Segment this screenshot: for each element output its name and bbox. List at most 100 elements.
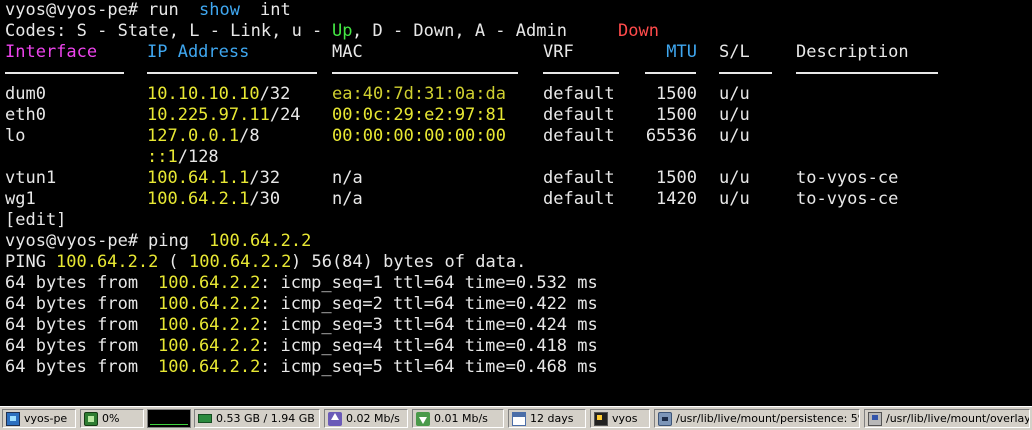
codes-middle: , D - Down, A - Admin	[352, 21, 578, 41]
reply-ip: 100.64.2.2	[158, 336, 261, 356]
row-status: u/u	[719, 168, 750, 188]
ping-header-suffix: ) 56(84) bytes of data.	[291, 252, 527, 272]
reply-ip: 100.64.2.2	[158, 294, 261, 314]
status-uptime[interactable]: 12 days	[508, 409, 586, 428]
table-row: vtun1 100.64.1.1/32 n/a default 1500 u/u…	[5, 168, 898, 189]
ping-header-paren: (	[158, 252, 179, 272]
row-mac: 00:00:00:00:00:00	[332, 126, 506, 146]
row-status: u/u	[719, 126, 750, 146]
hostname-label: vyos-pe	[24, 412, 68, 425]
row-interface: vtun1	[5, 168, 57, 188]
row-vrf: default	[543, 126, 615, 146]
reply-prefix: 64 bytes from	[5, 357, 149, 377]
separator-mtu	[645, 72, 696, 74]
ping-target-ip: 100.64.2.2	[209, 231, 312, 251]
separator-interface	[5, 72, 124, 74]
disk-icon	[658, 411, 672, 426]
ping-reply-line: 64 bytes from 100.64.2.2 : icmp_seq=3 tt…	[5, 315, 598, 336]
separator-sl	[719, 72, 772, 74]
separator-mac	[332, 72, 518, 74]
column-header-vrf: VRF	[543, 42, 574, 62]
cpu-graph	[147, 409, 191, 428]
status-disk-overlay[interactable]: /usr/lib/live/mount/overlay: 0%	[864, 409, 1030, 428]
table-row: dum0 10.10.10.10/32 ea:40:7d:31:0a:da de…	[5, 84, 750, 105]
status-hostname[interactable]: vyos-pe	[2, 409, 76, 428]
monitor-icon	[6, 411, 20, 426]
status-cpu[interactable]: 0%	[80, 409, 144, 428]
ping-header-ip: 100.64.2.2	[56, 252, 159, 272]
ping-header-prefix: PING	[5, 252, 57, 272]
ping-reply-line: 64 bytes from 100.64.2.2 : icmp_seq=2 tt…	[5, 294, 598, 315]
reply-prefix: 64 bytes from	[5, 294, 149, 314]
row-mtu: 1420	[656, 189, 697, 209]
status-memory[interactable]: 0.53 GB / 1.94 GB	[194, 409, 320, 428]
reply-ip: 100.64.2.2	[158, 315, 261, 335]
download-icon	[416, 411, 430, 426]
table-header-separator	[5, 63, 938, 84]
column-header-mtu: MTU	[666, 42, 697, 62]
column-header-description: Description	[796, 42, 909, 62]
row-ip-address: 10.10.10.10/32	[147, 84, 291, 104]
calendar-icon	[512, 411, 526, 426]
reply-details: : icmp_seq=3 ttl=64 time=0.424 ms	[260, 315, 598, 335]
reply-details: : icmp_seq=4 ttl=64 time=0.418 ms	[260, 336, 598, 356]
row-mtu: 1500	[656, 105, 697, 125]
uptime-label: 12 days	[530, 412, 574, 425]
row-mac: 00:0c:29:e2:97:81	[332, 105, 506, 125]
column-header-mac: MAC	[332, 42, 363, 62]
row-interface: dum0	[5, 84, 46, 104]
upload-label: 0.02 Mb/s	[346, 412, 400, 425]
memory-icon	[198, 414, 212, 423]
row-interface: eth0	[5, 105, 46, 125]
separator-description	[796, 72, 938, 74]
command-argument-int: int	[260, 0, 291, 20]
terminal-window[interactable]: vyos@vyos-pe# run show int Codes: S - St…	[0, 0, 1032, 406]
status-download[interactable]: 0.01 Mb/s	[412, 409, 504, 428]
row-mac: n/a	[332, 168, 363, 188]
disk-overlay-label: /usr/lib/live/mount/overlay: 0%	[886, 412, 1030, 425]
disk-persistence-label: /usr/lib/live/mount/persistence: 5%	[676, 412, 860, 425]
reply-prefix: 64 bytes from	[5, 336, 149, 356]
reply-ip: 100.64.2.2	[158, 357, 261, 377]
user-label: vyos	[612, 412, 638, 425]
codes-up: Up	[332, 21, 353, 41]
terminal-icon	[594, 411, 608, 426]
row-mac: n/a	[332, 189, 363, 209]
row-ip-address: 127.0.0.1/8	[147, 126, 260, 146]
reply-details: : icmp_seq=1 ttl=64 time=0.532 ms	[260, 273, 598, 293]
ping-reply-line: 64 bytes from 100.64.2.2 : icmp_seq=5 tt…	[5, 357, 598, 378]
row-mtu: 1500	[656, 168, 697, 188]
command-line-ping: vyos@vyos-pe# ping 100.64.2.2	[5, 231, 311, 252]
row-ip-address: 100.64.1.1/32	[147, 168, 281, 188]
status-user[interactable]: vyos	[590, 409, 650, 428]
row-vrf: default	[543, 105, 615, 125]
edit-label: [edit]	[5, 210, 67, 230]
table-row: eth0 10.225.97.11/24 00:0c:29:e2:97:81 d…	[5, 105, 750, 126]
status-bar: vyos-pe 0% 0.53 GB / 1.94 GB 0.02 Mb/s 0…	[0, 406, 1032, 430]
status-disk-persistence[interactable]: /usr/lib/live/mount/persistence: 5%	[654, 409, 860, 428]
row-mac: ea:40:7d:31:0a:da	[332, 84, 506, 104]
row-mtu: 65536	[645, 126, 697, 146]
row-mtu: 1500	[656, 84, 697, 104]
column-header-interface: Interface	[5, 42, 98, 62]
ping-header: PING 100.64.2.2 ( 100.64.2.2 ) 56(84) by…	[5, 252, 526, 273]
reply-ip: 100.64.2.2	[158, 273, 261, 293]
computer-icon	[868, 411, 882, 426]
separator-vrf	[543, 72, 619, 74]
command-line-show-int: vyos@vyos-pe# run show int	[5, 0, 291, 21]
row-ip-address: ::1/128	[147, 147, 219, 167]
shell-prompt: vyos@vyos-pe#	[5, 0, 149, 20]
row-interface: wg1	[5, 189, 36, 209]
row-ip-address: 100.64.2.1/30	[147, 189, 281, 209]
reply-prefix: 64 bytes from	[5, 273, 149, 293]
row-vrf: default	[543, 189, 615, 209]
status-upload[interactable]: 0.02 Mb/s	[324, 409, 408, 428]
row-vrf: default	[543, 168, 615, 188]
codes-legend: Codes: S - State, L - Link, u - Up , D -…	[5, 21, 659, 42]
table-header-row: Interface IP Address MAC VRF MTU S/L Des…	[5, 42, 909, 63]
codes-down: Down	[618, 21, 659, 41]
command-keyword-show: show	[199, 0, 240, 20]
reply-details: : icmp_seq=2 ttl=64 time=0.422 ms	[260, 294, 598, 314]
row-description: to-vyos-ce	[796, 189, 899, 209]
cpu-icon	[84, 411, 98, 426]
